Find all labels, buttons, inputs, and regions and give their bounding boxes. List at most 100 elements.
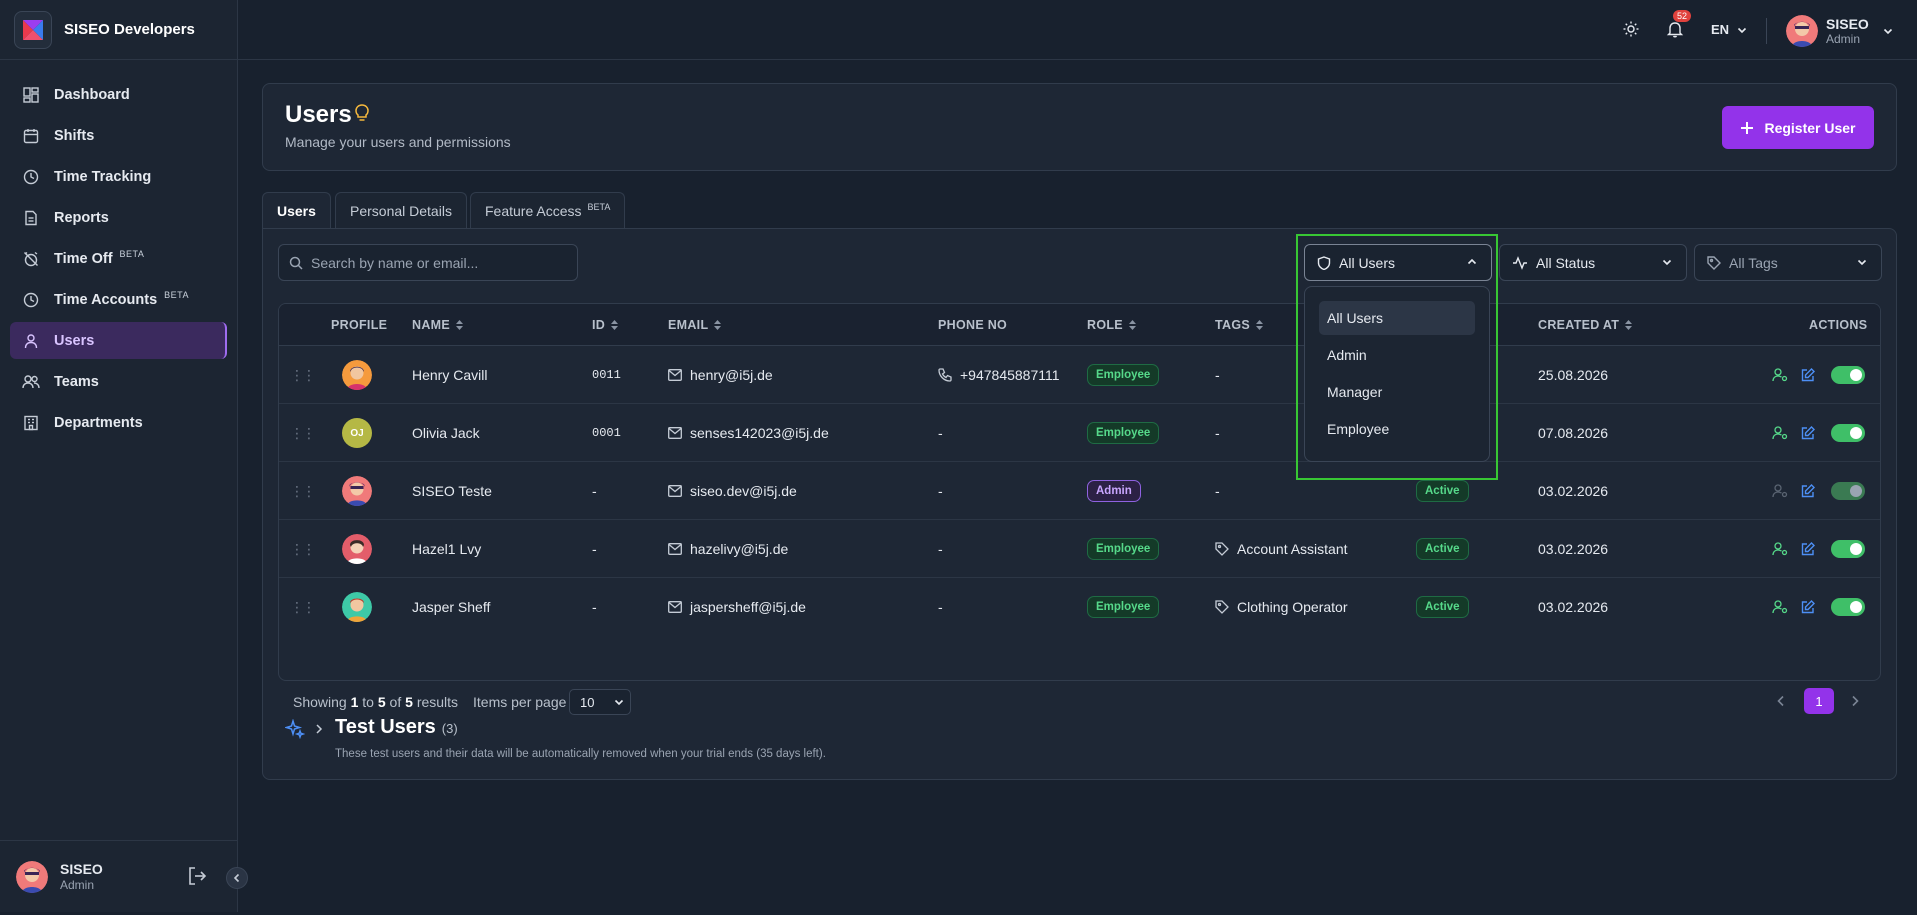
- drag-handle-icon[interactable]: ⋮⋮: [290, 578, 316, 636]
- active-toggle[interactable]: [1831, 598, 1865, 616]
- next-page-icon[interactable]: [1850, 694, 1860, 710]
- user-name[interactable]: Henry Cavill: [412, 346, 487, 404]
- page-button-1[interactable]: 1: [1804, 688, 1834, 714]
- mail-icon: [668, 601, 682, 613]
- edit-icon[interactable]: [1801, 404, 1815, 462]
- divider: [1766, 18, 1767, 44]
- role-filter-select[interactable]: All Users: [1304, 244, 1492, 281]
- sidebar-item-time-tracking[interactable]: Time Tracking: [10, 158, 227, 195]
- column-header-created-at[interactable]: CREATED AT: [1538, 318, 1633, 332]
- test-users-description: These test users and their data will be …: [335, 748, 826, 760]
- dropdown-option-all-users[interactable]: All Users: [1319, 301, 1475, 335]
- sidebar-item-users[interactable]: Users: [10, 322, 227, 359]
- sun-icon[interactable]: [1622, 20, 1640, 41]
- tab-personal-details[interactable]: Personal Details: [335, 192, 467, 229]
- chevron-right-icon[interactable]: [315, 722, 323, 738]
- user-name[interactable]: Jasper Sheff: [412, 578, 490, 636]
- sidebar-item-time-off[interactable]: Time Off BETA: [10, 240, 227, 277]
- sidebar-item-reports[interactable]: Reports: [10, 199, 227, 236]
- edit-icon[interactable]: [1801, 520, 1815, 578]
- column-header-label: ROLE: [1087, 318, 1123, 332]
- role-cell: Employee: [1087, 520, 1160, 578]
- dropdown-option-admin[interactable]: Admin: [1319, 338, 1475, 372]
- avatar-cell: [342, 520, 372, 578]
- test-users-title: Test Users (3): [335, 716, 458, 739]
- brand-name: SISEO Developers: [64, 21, 195, 38]
- drag-handle-icon[interactable]: ⋮⋮: [290, 462, 316, 520]
- activity-icon: [1513, 255, 1527, 270]
- sidebar-item-dashboard[interactable]: Dashboard: [10, 76, 227, 113]
- user-settings-icon[interactable]: [1772, 578, 1788, 636]
- tags-filter-select[interactable]: All Tags: [1694, 244, 1882, 281]
- tags-filter-value: All Tags: [1729, 254, 1778, 271]
- drag-handle-icon[interactable]: ⋮⋮: [290, 404, 316, 462]
- tab-label: Feature Access: [485, 203, 582, 219]
- prev-page-icon[interactable]: [1776, 694, 1786, 710]
- column-header-email[interactable]: EMAIL: [668, 318, 722, 332]
- avatar: [342, 534, 372, 564]
- sidebar-item-teams[interactable]: Teams: [10, 363, 227, 400]
- avatar: [1786, 15, 1818, 47]
- user-settings-icon[interactable]: [1772, 346, 1788, 404]
- phone-text: +947845887111: [960, 367, 1060, 383]
- dropdown-option-manager[interactable]: Manager: [1319, 375, 1475, 409]
- sidebar-item-shifts[interactable]: Shifts: [10, 117, 227, 154]
- phone-icon: [938, 368, 952, 382]
- user-menu[interactable]: SISEO Admin: [1786, 15, 1893, 47]
- search-box[interactable]: [278, 244, 578, 281]
- column-header-id[interactable]: ID: [592, 318, 619, 332]
- table-row: ⋮⋮ Hazel1 Lvy - hazelivy@i5j.de - Employ…: [279, 520, 1880, 578]
- logout-icon[interactable]: [186, 865, 208, 890]
- bell-icon[interactable]: [1666, 20, 1684, 41]
- tab-feature-access[interactable]: Feature Access BETA: [470, 192, 626, 229]
- user-phone: -: [938, 425, 943, 441]
- sidebar-collapse-button[interactable]: [226, 867, 248, 889]
- search-icon: [289, 256, 303, 270]
- language-label: EN: [1711, 22, 1730, 37]
- role-badge: Admin: [1087, 480, 1141, 502]
- column-header-role[interactable]: ROLE: [1087, 318, 1136, 332]
- user-settings-icon[interactable]: [1772, 404, 1788, 462]
- drag-handle-icon[interactable]: ⋮⋮: [290, 346, 316, 404]
- items-per-page-select[interactable]: 10: [569, 689, 631, 715]
- sidebar-item-departments[interactable]: Departments: [10, 404, 227, 441]
- user-name[interactable]: SISEO Teste: [412, 462, 492, 520]
- sidebar-user[interactable]: SISEO Admin: [0, 840, 238, 912]
- status-filter-select[interactable]: All Status: [1499, 244, 1687, 281]
- beta-badge: BETA: [119, 248, 145, 259]
- active-toggle[interactable]: [1831, 366, 1865, 384]
- search-input[interactable]: [311, 254, 561, 271]
- user-settings-icon[interactable]: [1772, 520, 1788, 578]
- edit-icon[interactable]: [1801, 346, 1815, 404]
- column-header-tags[interactable]: TAGS: [1215, 318, 1263, 332]
- drag-handle-icon[interactable]: ⋮⋮: [290, 520, 316, 578]
- user-id: 0001: [592, 426, 621, 440]
- active-toggle[interactable]: [1831, 424, 1865, 442]
- sparkles-icon: [283, 718, 306, 742]
- sort-icon: [1256, 320, 1263, 330]
- user-tags: -: [1215, 483, 1220, 499]
- dropdown-option-employee[interactable]: Employee: [1319, 412, 1475, 446]
- sort-icon: [456, 320, 464, 330]
- chevron-down-icon: [614, 699, 624, 706]
- brand[interactable]: SISEO Developers: [0, 0, 237, 60]
- sidebar-item-time-accounts[interactable]: Time Accounts BETA: [10, 281, 227, 318]
- toggle-cell: [1831, 520, 1865, 578]
- user-email: siseo.dev@i5j.de: [668, 462, 797, 520]
- column-header-name[interactable]: NAME: [412, 318, 464, 332]
- edit-icon[interactable]: [1801, 462, 1815, 520]
- column-header-label: CREATED AT: [1538, 318, 1620, 332]
- user-id: -: [592, 541, 597, 557]
- active-toggle[interactable]: [1831, 540, 1865, 558]
- sidebar-item-label: Time Off: [54, 250, 113, 267]
- sort-icon: [1128, 320, 1136, 330]
- register-user-button[interactable]: Register User: [1722, 106, 1874, 149]
- user-id: 0011: [592, 368, 621, 382]
- language-select[interactable]: EN: [1711, 22, 1747, 37]
- tab-users[interactable]: Users: [262, 192, 331, 229]
- edit-icon[interactable]: [1801, 578, 1815, 636]
- lightbulb-icon[interactable]: [355, 104, 369, 125]
- table-header: PROFILE NAME ID EMAIL PHONE NO ROLE TAGS…: [279, 304, 1880, 346]
- user-name[interactable]: Olivia Jack: [412, 404, 480, 462]
- user-name[interactable]: Hazel1 Lvy: [412, 520, 481, 578]
